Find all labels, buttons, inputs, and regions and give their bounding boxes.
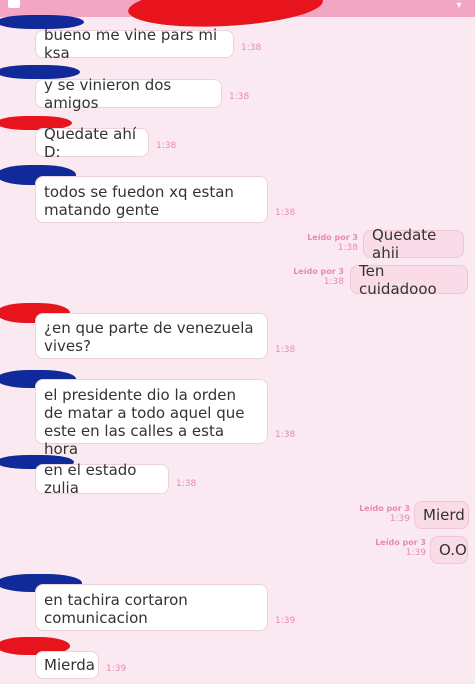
message-text: y se vinieron dos amigos: [44, 75, 172, 112]
message-incoming[interactable]: y se vinieron dos amigos: [35, 76, 222, 112]
message-time: 1:38: [156, 141, 177, 151]
chat-header: ▾: [0, 0, 475, 32]
message-text: Mierd: [423, 506, 465, 524]
message-time: 1:38: [229, 92, 250, 102]
message-read-receipt: Leído por 3 1:38: [298, 232, 358, 254]
message-time: 1:39: [389, 514, 410, 524]
message-read-receipt: Leído por 3 1:39: [364, 537, 426, 559]
message-time: 1:38: [275, 345, 296, 355]
message-text: bueno me vine pars mi ksa: [44, 26, 218, 62]
message-time: 1:38: [323, 277, 344, 287]
message-time: 1:38: [241, 43, 262, 53]
message-text: Mierda: [44, 656, 95, 674]
message-time: 1:38: [337, 243, 358, 253]
read-by-label: Leído por 3: [307, 233, 358, 242]
message-text: Quedate ahii: [372, 226, 437, 262]
message-time: 1:38: [176, 479, 197, 489]
message-incoming[interactable]: bueno me vine pars mi ksa: [35, 26, 234, 62]
message-incoming[interactable]: todos se fuedon xq estan matando gente: [35, 176, 268, 223]
message-incoming[interactable]: en tachira cortaron comunicacion: [35, 584, 268, 631]
message-read-receipt: Leído por 3 1:38: [284, 266, 344, 288]
chevron-down-icon[interactable]: ▾: [453, 0, 465, 12]
message-incoming[interactable]: el presidente dio la orden de matar a to…: [35, 379, 268, 458]
message-time: 1:38: [275, 208, 296, 218]
read-by-label: Leído por 3: [375, 538, 426, 547]
message-incoming[interactable]: ¿en que parte de venezuela vives?: [35, 313, 268, 359]
message-incoming[interactable]: Mierda: [35, 651, 99, 679]
message-time: 1:39: [405, 548, 426, 558]
message-text: ¿en que parte de venezuela vives?: [44, 319, 254, 355]
message-time: 1:38: [275, 430, 296, 440]
message-text: Ten cuidadooo: [359, 261, 437, 298]
message-incoming[interactable]: en el estado zulia: [35, 461, 169, 497]
message-read-receipt: Leído por 3 1:39: [348, 503, 410, 525]
message-incoming[interactable]: Quedate ahí D:: [35, 125, 149, 161]
message-outgoing[interactable]: Mierd: [414, 501, 469, 529]
message-text: O.O: [439, 541, 467, 559]
message-time: 1:39: [275, 616, 296, 626]
document-icon[interactable]: [8, 0, 20, 8]
message-outgoing[interactable]: O.O: [430, 536, 468, 564]
message-text: Quedate ahí D:: [44, 124, 136, 161]
message-text: en tachira cortaron comunicacion: [44, 591, 188, 627]
read-by-label: Leído por 3: [293, 267, 344, 276]
message-text: todos se fuedon xq estan matando gente: [44, 183, 234, 219]
message-outgoing[interactable]: Quedate ahii: [363, 226, 464, 262]
message-text: el presidente dio la orden de matar a to…: [44, 386, 245, 458]
message-text: en el estado zulia: [44, 461, 137, 497]
read-by-label: Leído por 3: [359, 504, 410, 513]
message-outgoing[interactable]: Ten cuidadooo: [350, 262, 468, 298]
message-time: 1:39: [106, 664, 127, 674]
